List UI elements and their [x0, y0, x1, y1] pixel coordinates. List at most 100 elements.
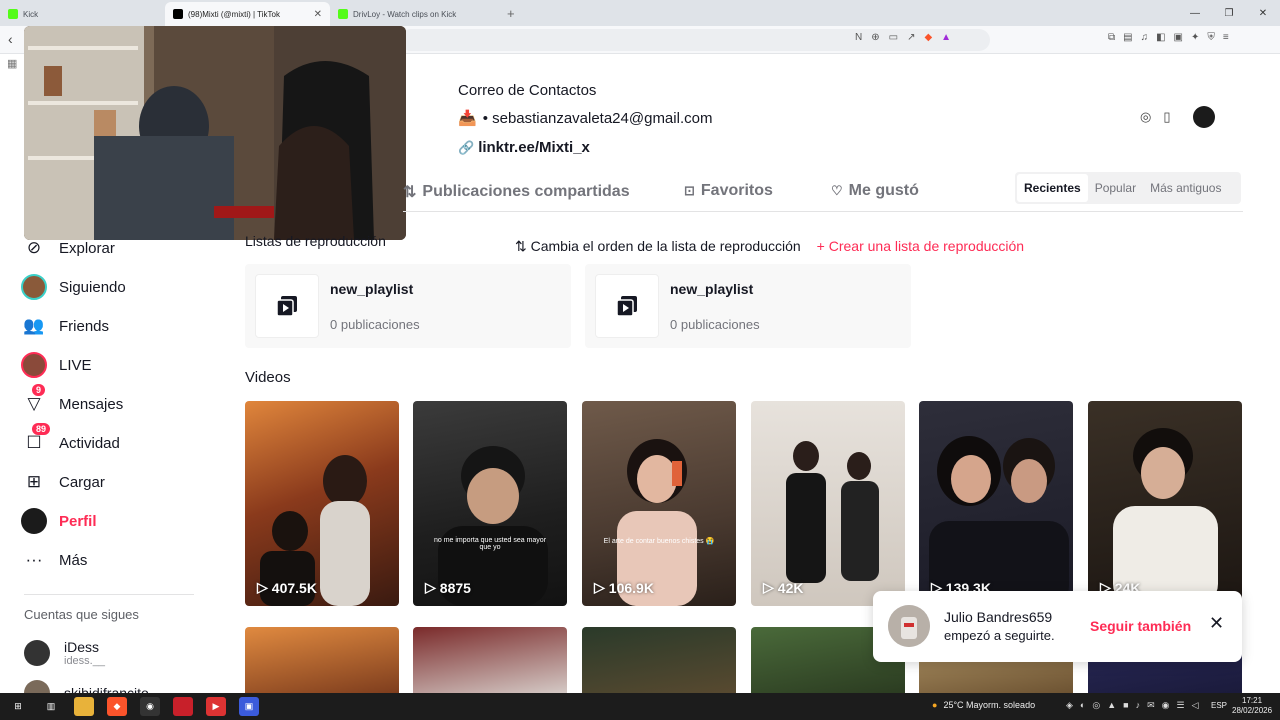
tray-icon[interactable]: ◎: [1092, 700, 1100, 711]
windows-start-icon[interactable]: ⊞: [8, 697, 28, 716]
close-tab-icon[interactable]: ✕: [314, 9, 322, 20]
language-indicator[interactable]: ESP: [1211, 701, 1227, 710]
app-icon[interactable]: [173, 697, 193, 716]
sidebar-item-cargar[interactable]: ⊞ Cargar: [20, 468, 105, 496]
brave-browser-icon[interactable]: ◆: [107, 697, 127, 716]
maximize-button[interactable]: ❐: [1212, 8, 1246, 19]
cast-icon[interactable]: ▭: [889, 32, 898, 43]
tray-icon[interactable]: ✉: [1147, 700, 1155, 711]
obs-icon[interactable]: ◉: [140, 697, 160, 716]
rewards-icon[interactable]: ▲: [941, 32, 951, 43]
video-thumbnail[interactable]: [245, 627, 399, 697]
video-thumbnail[interactable]: ▷ 42K: [751, 401, 905, 606]
upload-icon: ⊞: [26, 472, 42, 491]
reorder-label: Cambia el orden de la lista de reproducc…: [530, 238, 801, 254]
video-thumbnail[interactable]: El arte de contar buenos chistes 😭 ▷ 106.…: [582, 401, 736, 606]
clock-time: 17:21: [1242, 696, 1263, 705]
reader-icon[interactable]: ▤: [1123, 32, 1132, 43]
vpn-icon[interactable]: ⛨: [1207, 32, 1215, 43]
clock[interactable]: 17:21 28/02/2026: [1232, 696, 1272, 716]
new-tab-button[interactable]: +: [495, 6, 527, 21]
reorder-playlists-button[interactable]: ⇅ Cambia el orden de la lista de reprodu…: [515, 238, 801, 255]
file-explorer-icon[interactable]: [74, 697, 94, 716]
sidebar-item-mas[interactable]: ··· Más: [20, 546, 88, 574]
tray-icon[interactable]: ■: [1123, 700, 1128, 711]
notification-user[interactable]: Julio Bandres659: [944, 609, 1052, 625]
app-icon[interactable]: ▣: [239, 697, 259, 716]
video-thumbnail[interactable]: ▷ 24K: [1088, 401, 1242, 606]
device-icon[interactable]: ▯: [1163, 109, 1170, 125]
no-tracking-icon[interactable]: N: [855, 32, 862, 43]
avatar: [24, 640, 50, 666]
tray-icon[interactable]: ♪: [1136, 700, 1141, 711]
view-count: ▷ 42K: [763, 579, 803, 596]
zoom-icon[interactable]: ⊕: [871, 32, 879, 43]
create-playlist-button[interactable]: + Crear una lista de reproducción: [817, 238, 1024, 255]
following-item[interactable]: iDess idess.__: [24, 639, 105, 667]
sort-recent-button[interactable]: Recientes: [1017, 174, 1088, 202]
tray-icon[interactable]: ◈: [1066, 700, 1073, 711]
video-thumbnail[interactable]: [582, 627, 736, 697]
tab-shared[interactable]: ⇅ Publicaciones compartidas: [403, 182, 630, 202]
sidebar-item-live[interactable]: LIVE: [20, 351, 92, 379]
video-thumbnail[interactable]: ▷ 139.3K: [919, 401, 1073, 606]
playlist-card[interactable]: new_playlist 0 publicaciones: [245, 264, 571, 348]
wallet-icon[interactable]: ▣: [1174, 32, 1183, 43]
header-right-icons: ◎ ▯: [1140, 106, 1215, 128]
playlist-icon: [276, 296, 297, 317]
sidebar-item-label: Explorar: [59, 239, 115, 257]
close-window-button[interactable]: ✕: [1246, 8, 1280, 19]
tab-shared-label: Publicaciones compartidas: [422, 183, 630, 200]
tab-favorites[interactable]: ⊡ Favoritos: [684, 182, 773, 200]
profile-link-text[interactable]: linktr.ee/Mixti_x: [478, 139, 590, 156]
tray-icon[interactable]: ◐: [1080, 700, 1085, 711]
share-icon[interactable]: ↗: [907, 32, 915, 43]
sidebar-item-perfil[interactable]: Perfil: [20, 507, 97, 535]
sidebar-item-actividad[interactable]: ☐ 89 Actividad: [20, 423, 120, 457]
sidebar-item-siguiendo[interactable]: Siguiendo: [20, 273, 126, 301]
sidebar-item-mensajes[interactable]: ▽ 9 Mensajes: [20, 384, 123, 418]
sidebar-item-explorar[interactable]: ⊘ Explorar: [20, 234, 115, 262]
tray-icon[interactable]: ▲: [1107, 700, 1116, 711]
view-count: ▷ 106.9K: [594, 579, 654, 596]
sidebar-item-friends[interactable]: 👥 Friends: [20, 312, 109, 340]
profile-link[interactable]: 🔗 linktr.ee/Mixti_x: [458, 139, 712, 156]
browser-tab-drivloy[interactable]: DrivLoy - Watch clips on Kick: [330, 2, 495, 26]
sidebar-item-label: Cargar: [59, 473, 105, 491]
media-player-icon[interactable]: ▶: [206, 697, 226, 716]
browser-tab-kick[interactable]: Kick: [0, 2, 165, 26]
sort-popular-button[interactable]: Popular: [1088, 174, 1143, 202]
extensions-icon[interactable]: ⧉: [1108, 32, 1115, 43]
task-view-icon[interactable]: ▥: [41, 697, 61, 716]
avatar: [888, 605, 930, 647]
play-icon: ▷: [763, 579, 774, 595]
brave-shield-icon[interactable]: ◆: [924, 32, 932, 43]
volume-icon[interactable]: ◁: [1192, 700, 1199, 711]
back-arrow-icon[interactable]: ‹: [8, 31, 13, 47]
video-thumbnail[interactable]: ▷ 407.5K: [245, 401, 399, 606]
sidebar-toggle-icon[interactable]: ◧: [1156, 32, 1165, 43]
video-thumbnail[interactable]: no me importa que usted sea mayor que yo…: [413, 401, 567, 606]
tab-liked[interactable]: ♡ Me gustó: [831, 182, 919, 200]
close-icon[interactable]: ✕: [1209, 613, 1224, 634]
weather-widget[interactable]: ● 25°C Mayorm. soleado: [932, 700, 1035, 710]
minimize-button[interactable]: —: [1178, 8, 1212, 19]
wifi-icon[interactable]: ☰: [1176, 700, 1184, 711]
notification-avatar-image: [888, 605, 930, 647]
video-thumbnail[interactable]: [413, 627, 567, 697]
tiktok-coin-icon[interactable]: ◎: [1140, 109, 1151, 125]
video-preview-image: [929, 436, 1069, 606]
playlist-name: new_playlist: [670, 281, 754, 297]
music-icon[interactable]: ♫: [1141, 32, 1149, 43]
user-avatar[interactable]: [1192, 106, 1215, 128]
sort-oldest-button[interactable]: Más antiguos: [1143, 174, 1228, 202]
leo-icon[interactable]: ✦: [1191, 32, 1199, 43]
browser-tab-tiktok[interactable]: (98)Mixti (@mixti) | TikTok ✕: [165, 2, 330, 26]
playlists-title: Listas de reproducción: [245, 233, 386, 249]
apps-grid-icon[interactable]: ▦: [7, 57, 17, 70]
menu-icon[interactable]: ≡: [1223, 32, 1229, 43]
playlist-card[interactable]: new_playlist 0 publicaciones: [585, 264, 911, 348]
tray-icon[interactable]: ◉: [1162, 700, 1170, 711]
email-line: 📥 • sebastianzavaleta24@gmail.com: [458, 109, 712, 128]
follow-back-button[interactable]: Seguir también: [1090, 618, 1191, 634]
